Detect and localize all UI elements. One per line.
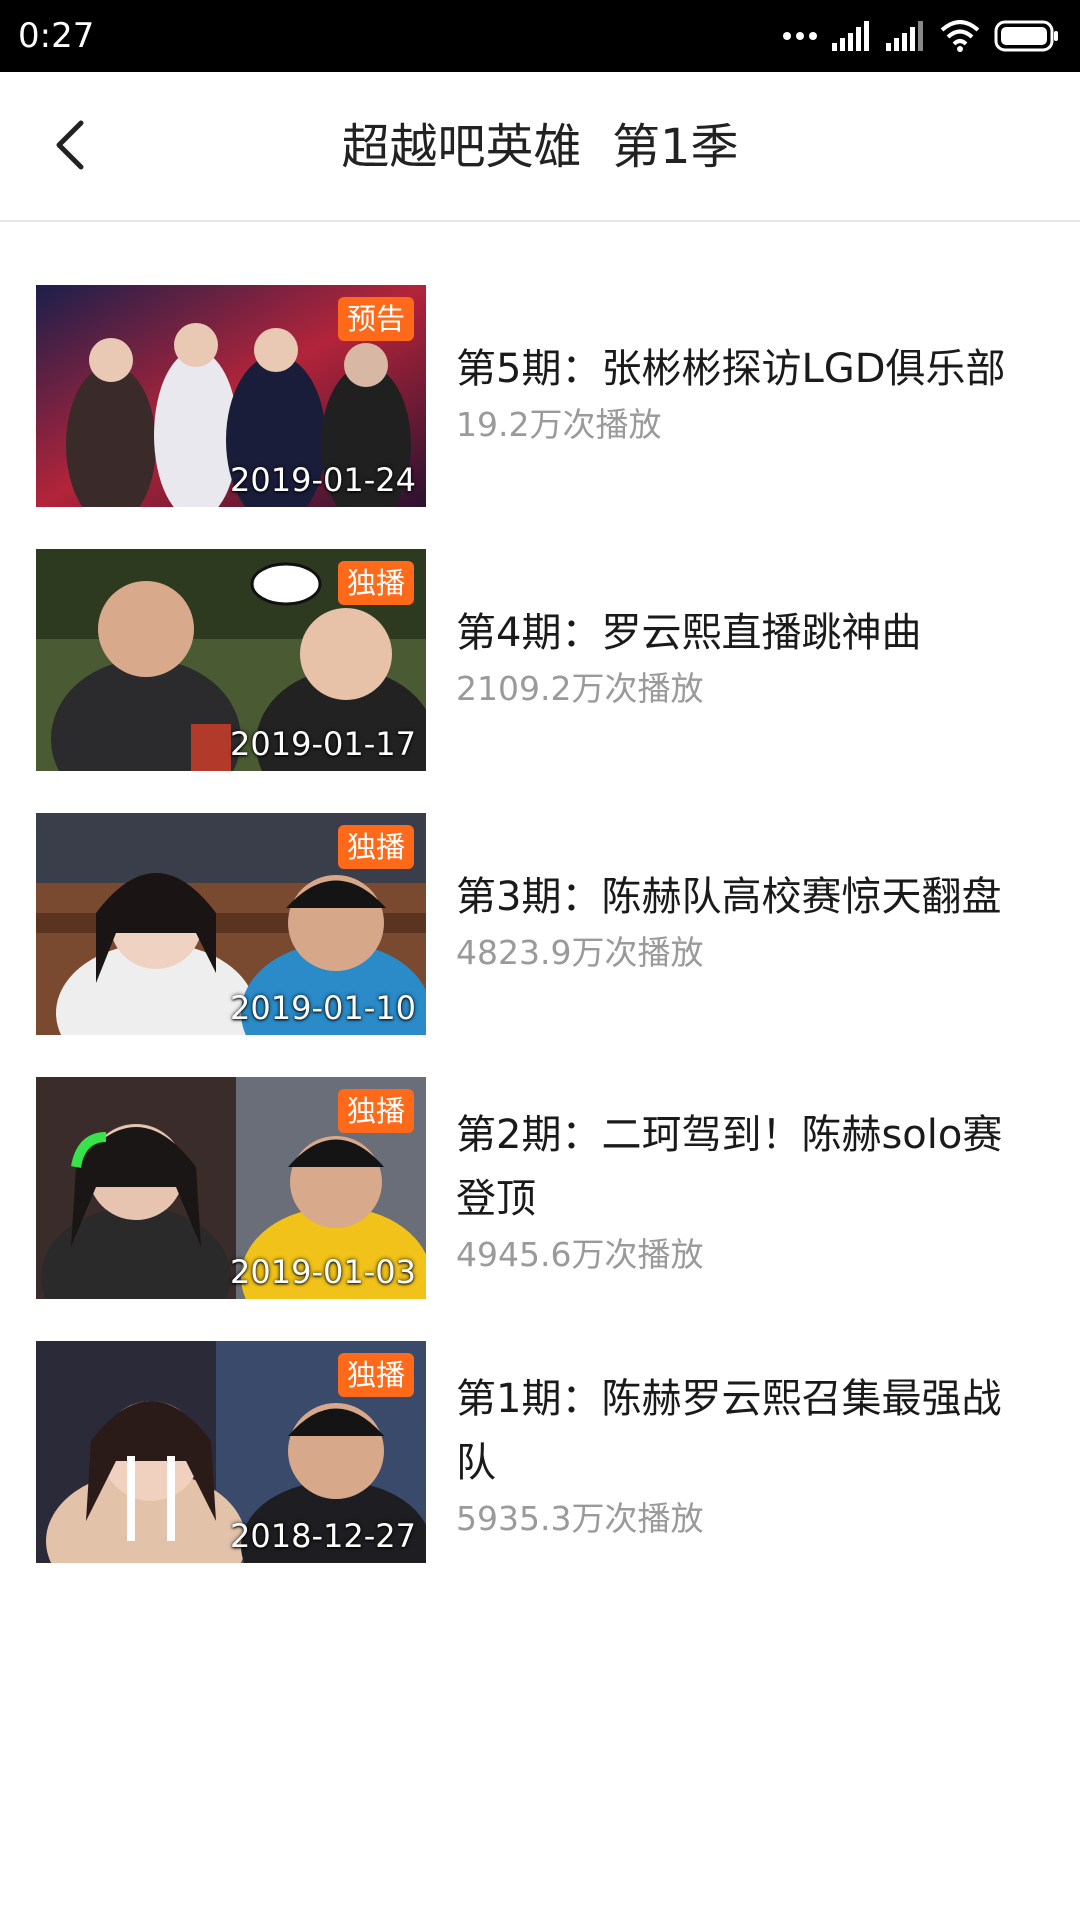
more-dots-icon xyxy=(782,31,818,41)
episode-badge: 预告 xyxy=(337,297,414,341)
episode-info: 第4期：罗云熙直播跳神曲 2109.2万次播放 xyxy=(456,601,1036,713)
episode-badge: 独播 xyxy=(337,561,414,605)
status-icons xyxy=(782,18,1060,54)
episode-date: 2018-12-27 xyxy=(230,1517,416,1555)
episode-badge: 独播 xyxy=(337,825,414,869)
episode-item[interactable]: 独播 2019-01-10 第3期：陈赫队高校赛惊天翻盘 4823.9万次播放 xyxy=(0,813,1080,1035)
episode-thumbnail[interactable]: 独播 2019-01-10 xyxy=(36,813,426,1035)
episode-item[interactable]: 独播 2019-01-03 第2期：二珂驾到！陈赫solo赛登顶 4945.6万… xyxy=(0,1077,1080,1299)
episode-views: 19.2万次播放 xyxy=(456,405,662,444)
episode-thumbnail[interactable]: 独播 2018-12-27 xyxy=(36,1341,426,1563)
status-time: 0:27 xyxy=(18,16,95,56)
episode-info: 第5期：张彬彬探访LGD俱乐部 19.2万次播放 xyxy=(456,337,1036,449)
wifi-icon xyxy=(940,20,980,52)
episode-title[interactable]: 第2期：二珂驾到！陈赫solo赛登顶 xyxy=(456,1103,1036,1231)
signal-icon xyxy=(832,21,872,51)
episode-date: 2019-01-10 xyxy=(230,989,416,1027)
episode-info: 第2期：二珂驾到！陈赫solo赛登顶 4945.6万次播放 xyxy=(456,1103,1036,1279)
episode-date: 2019-01-24 xyxy=(230,461,416,499)
episode-date: 2019-01-03 xyxy=(230,1253,416,1291)
episode-thumbnail[interactable]: 独播 2019-01-17 xyxy=(36,549,426,771)
episode-badge: 独播 xyxy=(337,1353,414,1397)
episode-views: 2109.2万次播放 xyxy=(456,669,704,708)
episode-title[interactable]: 第3期：陈赫队高校赛惊天翻盘 xyxy=(456,865,1036,929)
episode-info: 第3期：陈赫队高校赛惊天翻盘 4823.9万次播放 xyxy=(456,865,1036,977)
episode-title[interactable]: 第5期：张彬彬探访LGD俱乐部 xyxy=(456,337,1036,401)
episode-views: 4945.6万次播放 xyxy=(456,1235,704,1274)
page-title: 超越吧英雄 第1季 xyxy=(341,119,739,175)
episode-thumbnail[interactable]: 独播 2019-01-03 xyxy=(36,1077,426,1299)
episode-item[interactable]: 预告 2019-01-24 第5期：张彬彬探访LGD俱乐部 19.2万次播放 xyxy=(0,285,1080,507)
episode-title[interactable]: 第4期：罗云熙直播跳神曲 xyxy=(456,601,1036,665)
status-bar: 0:27 xyxy=(0,0,1080,72)
episode-views: 5935.3万次播放 xyxy=(456,1499,704,1538)
episode-item[interactable]: 独播 2019-01-17 第4期：罗云熙直播跳神曲 2109.2万次播放 xyxy=(0,549,1080,771)
episode-info: 第1期：陈赫罗云熙召集最强战队 5935.3万次播放 xyxy=(456,1367,1036,1543)
episode-date: 2019-01-17 xyxy=(230,725,416,763)
episode-title[interactable]: 第1期：陈赫罗云熙召集最强战队 xyxy=(456,1367,1036,1495)
signal-icon xyxy=(886,21,926,51)
battery-icon xyxy=(994,20,1060,52)
header: 超越吧英雄 第1季 xyxy=(0,72,1080,222)
episode-views: 4823.9万次播放 xyxy=(456,933,704,972)
episode-item[interactable]: 独播 2018-12-27 第1期：陈赫罗云熙召集最强战队 5935.3万次播放 xyxy=(0,1341,1080,1563)
episode-badge: 独播 xyxy=(337,1089,414,1133)
episode-thumbnail[interactable]: 预告 2019-01-24 xyxy=(36,285,426,507)
